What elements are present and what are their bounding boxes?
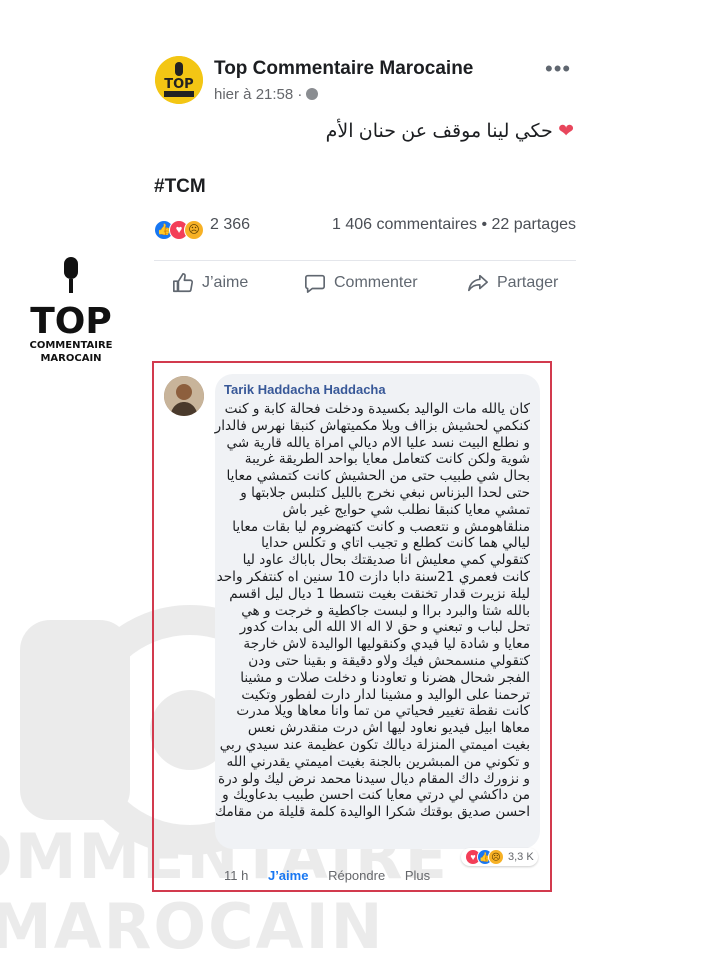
comment-footer: 11 h J’aime Répondre Plus xyxy=(224,868,446,883)
person-avatar-icon xyxy=(164,376,204,416)
commenter-avatar[interactable] xyxy=(164,376,204,416)
share-icon xyxy=(468,274,488,292)
comment-line: بحال شي طبيب حتى من الحشيش كانت كتمشي مع… xyxy=(226,468,531,485)
share-label: Partager xyxy=(497,274,559,291)
divider xyxy=(154,260,576,261)
logo-text-marocain: MAROCAIN xyxy=(40,353,101,364)
comment-reaction-count: 3,3 K xyxy=(508,851,534,863)
comment-more-button[interactable]: Plus xyxy=(405,868,430,883)
comment-line: و نزورك داك المقام ديال سيدنا محمد نرض ل… xyxy=(218,770,530,787)
comment-icon xyxy=(305,274,325,293)
globe-icon xyxy=(306,88,319,100)
comment-line: من داكشي لي درتي معايا كنت احسن طبيب بدع… xyxy=(222,787,530,804)
page-logo-icon: TOP xyxy=(155,56,203,104)
comment-time[interactable]: 11 h xyxy=(224,868,248,883)
comment-line: بالله شتا والبرد براا و لبست جاكطية و خر… xyxy=(241,602,530,619)
page-name-link[interactable]: Top Commentaire Marocaine xyxy=(214,58,473,80)
comment-line: احسن صديق بوقتك شكرا الواليدة كلمة قليلة… xyxy=(215,804,530,821)
comment-line: الفجر شحال هضرنا و تعاودنا و دخلت صلات و… xyxy=(240,669,530,686)
comment-reactions[interactable]: ♥ 👍 ☹ 3,3 K xyxy=(461,848,538,866)
comment-line: تمشي معايا كنبقا نطلب شي حوايج غير باش xyxy=(282,501,530,518)
comment-line: شوية ولكن كانت كتعامل معايا بواحد الطريق… xyxy=(244,451,530,468)
sad-reaction-icon: ☹ xyxy=(184,220,204,240)
post-time-text: hier à 21:58 · xyxy=(214,86,303,103)
comment-line: تحل لباب و تبعني و حق لا اله الا الله ال… xyxy=(239,619,530,636)
comment-line: ليالي هما كانت كطلع و تجيب اتاي و تكلس ح… xyxy=(261,535,530,552)
comment-line: و نطلع البيت نسد عليا الام ديالي امراة ي… xyxy=(226,434,530,451)
comment-line: كتقولي كمي معليش انا صديقتك بحال باباك ع… xyxy=(242,552,530,569)
comment-like-button[interactable]: J’aime xyxy=(268,868,308,883)
more-options-button[interactable]: ••• xyxy=(545,56,571,82)
comment-line: حتى لحدا البزناس نبغي نخرج بالليل كتلبس … xyxy=(240,484,530,501)
logo-text-top: TOP xyxy=(30,301,112,342)
hashtag-link[interactable]: #TCM xyxy=(154,176,206,198)
share-button[interactable]: Partager xyxy=(467,272,558,294)
comment-line: منلقاهومش و نتعصب و كانت كتهضروم ليا بقا… xyxy=(232,518,530,535)
comment-line: كتقولي منسمحش فيك ولاو دقيقة و بقينا حتى… xyxy=(248,652,530,669)
comment-line: ترحمنا على الواليد و مشينا لدار دارت لفط… xyxy=(241,686,530,703)
comment-line: كانت نقطة تغيير فحياتي من تما وانا معاها… xyxy=(236,703,530,720)
logo-text-commentaire: COMMENTAIRE xyxy=(30,340,113,351)
post-timestamp[interactable]: hier à 21:58 · xyxy=(214,86,319,103)
comment-reply-button[interactable]: Répondre xyxy=(328,868,385,883)
comment-line: كان يالله مات الواليد بكسيدة ودخلت فحالة… xyxy=(224,401,530,417)
post-actions-bar: J’aime Commenter Partager xyxy=(170,272,570,302)
comment-body: كان يالله مات الواليد بكسيدة ودخلت فحالة… xyxy=(214,401,531,821)
comment-line: و تكوني من المبشرين بالجنة بغيت اميمتي ي… xyxy=(226,753,530,770)
post-stats: 👍 ♥ ☹ 2 366 1 406 commentaires • 22 partage… xyxy=(154,216,576,240)
post-text: ❤ حكي لينا موقف عن حنان الأم xyxy=(326,120,574,143)
heart-icon: ❤ xyxy=(558,121,574,142)
like-button[interactable]: J’aime xyxy=(172,272,248,294)
comments-shares-count[interactable]: 1 406 commentaires • 22 partages xyxy=(332,216,576,234)
page-avatar[interactable]: TOP xyxy=(155,56,203,104)
comment-line: كنكمي لحشيش بزااف ويلا مكميتهاش كنبقا نه… xyxy=(214,417,530,434)
like-label: J’aime xyxy=(202,274,249,291)
comment-line: ليلة نزيرت قدار تخنقت بغيت نتسطا 1 ديال … xyxy=(229,585,530,602)
thumbs-up-icon xyxy=(173,273,193,293)
reactions-summary[interactable]: 👍 ♥ ☹ 2 366 xyxy=(154,216,251,240)
watermark-text-2: MAROCAIN xyxy=(0,890,385,963)
sad-reaction-icon: ☹ xyxy=(488,849,504,865)
post-text-content: حكي لينا موقف عن حنان الأم xyxy=(325,121,553,142)
comment-button[interactable]: Commenter xyxy=(304,272,418,294)
comment-line: معايا و شادة ليا فيدي وكنقوليها الواليدة… xyxy=(243,636,530,653)
comment-line: معاها ابيل فيديو نعاود ليها اش درت منقدر… xyxy=(247,720,530,737)
reactions-count: 2 366 xyxy=(210,216,251,233)
comment-label: Commenter xyxy=(334,274,418,291)
comment-author-link[interactable]: Tarik Haddacha Haddacha xyxy=(224,382,386,397)
comment-line: كانت فعمري 21سنة دابا دازت 10 سنين اه كن… xyxy=(216,568,530,585)
comment-line: بغيت اميمتي المنزلة ديالك تكون عظيمة عند… xyxy=(219,736,530,753)
top-commentaire-logo: TOP COMMENTAIRE MAROCAIN xyxy=(18,255,123,365)
svg-text:TOP: TOP xyxy=(164,77,193,92)
microphone-logo-icon: TOP COMMENTAIRE MAROCAIN xyxy=(30,257,113,364)
